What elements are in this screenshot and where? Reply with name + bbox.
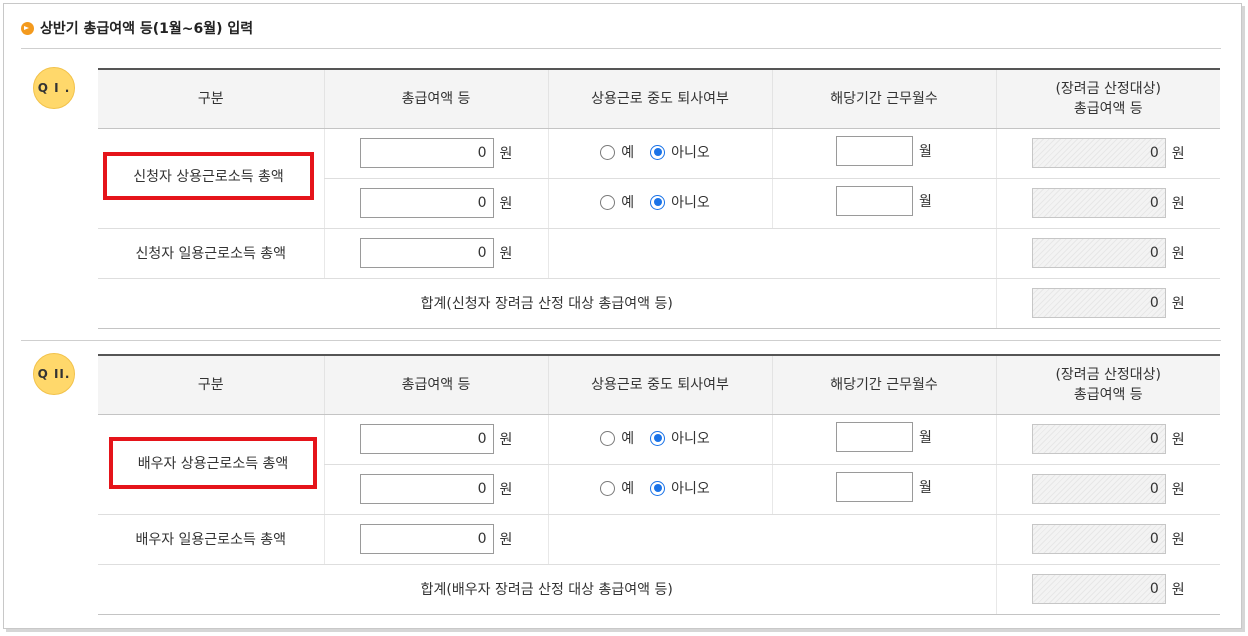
calc-amount-readonly-2: 0 [1031, 474, 1166, 504]
daily-amount-input[interactable]: 0 [359, 524, 494, 554]
resign-yes-radio[interactable] [600, 194, 616, 210]
badge-q1: Q I . [33, 67, 75, 109]
regular-amount-input-2[interactable]: 0 [359, 474, 494, 504]
total-calc-readonly: 0 [1031, 574, 1166, 604]
header-total-pay: 총급여액 등 [323, 68, 548, 129]
header-calc: (장려금 산정대상) 총급여액 등 [995, 354, 1220, 415]
regular-amount-input-2[interactable]: 0 [359, 188, 494, 218]
months-input-2[interactable] [836, 186, 914, 216]
months-input-2[interactable] [836, 472, 914, 502]
resign-no-radio[interactable] [650, 480, 666, 496]
daily-amount-input[interactable]: 0 [359, 238, 494, 268]
total-label: 합계(배우자 장려금 산정 대상 총급여액 등) [98, 564, 996, 615]
daily-income-label: 배우자 일용근로소득 총액 [98, 514, 324, 565]
calc-amount-readonly-1: 0 [1031, 138, 1166, 168]
table-row: 신청자 일용근로소득 총액 0원 0원 [98, 228, 1220, 279]
regular-amount-input-1[interactable]: 0 [359, 424, 494, 454]
header-months: 해당기간 근무월수 [771, 354, 996, 415]
bullet-arrow-icon [21, 21, 34, 35]
badge-q2: Q II. [33, 353, 75, 395]
header-resign: 상용근로 중도 퇴사여부 [547, 68, 772, 129]
daily-calc-readonly: 0 [1031, 524, 1166, 554]
header-resign: 상용근로 중도 퇴사여부 [547, 354, 772, 415]
calc-amount-readonly-2: 0 [1031, 188, 1166, 218]
resign-no-radio[interactable] [650, 144, 666, 160]
daily-income-label: 신청자 일용근로소득 총액 [98, 228, 324, 279]
regular-income-label: 신청자 상용근로소득 총액 [133, 169, 284, 185]
table-row: 배우자 일용근로소득 총액 0원 0원 [98, 514, 1220, 565]
calc-amount-readonly-1: 0 [1031, 424, 1166, 454]
resign-no-radio[interactable] [650, 194, 666, 210]
resign-no-radio[interactable] [650, 430, 666, 446]
regular-amount-input-1[interactable]: 0 [359, 138, 494, 168]
table-row: 합계(배우자 장려금 산정 대상 총급여액 등) 0원 [98, 564, 1220, 615]
regular-income-label: 배우자 상용근로소득 총액 [137, 456, 289, 472]
daily-calc-readonly: 0 [1031, 238, 1166, 268]
header-row: 구분 총급여액 등 상용근로 중도 퇴사여부 해당기간 근무월수 (장려금 산정… [98, 354, 1220, 415]
header-calc: (장려금 산정대상) 총급여액 등 [995, 68, 1220, 129]
section-title: 상반기 총급여액 등(1월~6월) 입력 [21, 18, 253, 38]
highlight-regular-income-label: 배우자 상용근로소득 총액 [109, 437, 317, 489]
months-input-1[interactable] [836, 136, 914, 166]
header-months: 해당기간 근무월수 [771, 68, 996, 129]
header-category: 구분 [98, 354, 324, 415]
page-title: 상반기 총급여액 등(1월~6월) 입력 [40, 21, 254, 37]
header-category: 구분 [98, 68, 324, 129]
header-row: 구분 총급여액 등 상용근로 중도 퇴사여부 해당기간 근무월수 (장려금 산정… [98, 68, 1220, 129]
months-input-1[interactable] [836, 422, 914, 452]
title-divider [21, 48, 1221, 49]
resign-yes-radio[interactable] [600, 480, 616, 496]
header-total-pay: 총급여액 등 [323, 354, 548, 415]
section-divider [21, 340, 1221, 341]
highlight-regular-income-label: 신청자 상용근로소득 총액 [103, 152, 314, 200]
total-label: 합계(신청자 장려금 산정 대상 총급여액 등) [98, 278, 996, 329]
resign-yes-radio[interactable] [600, 430, 616, 446]
total-calc-readonly: 0 [1031, 288, 1166, 318]
resign-yes-radio[interactable] [600, 144, 616, 160]
table-row: 합계(신청자 장려금 산정 대상 총급여액 등) 0원 [98, 278, 1220, 329]
